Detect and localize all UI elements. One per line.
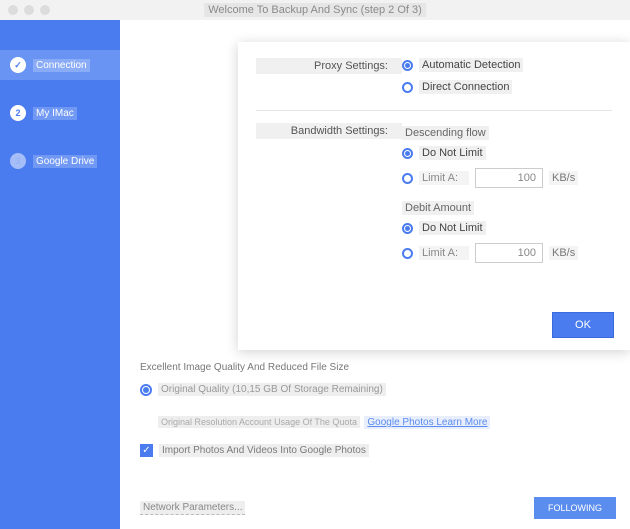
proxy-auto-option[interactable]: Automatic Detection	[402, 58, 612, 72]
download-limit-label: Limit A:	[419, 171, 469, 185]
download-limit-input[interactable]	[475, 168, 543, 188]
download-nolimit-label: Do Not Limit	[419, 146, 486, 160]
proxy-settings-label: Proxy Settings:	[256, 58, 402, 74]
original-quality-option[interactable]: Original Quality (10,15 GB Of Storage Re…	[140, 383, 610, 396]
upload-unit: KB/s	[549, 246, 578, 260]
radio-icon	[402, 82, 413, 93]
divider	[256, 110, 612, 111]
bandwidth-settings-label: Bandwidth Settings:	[256, 123, 402, 139]
content-area: in Google Photos Excellent Image Quality…	[120, 20, 630, 529]
sidebar: ✓ Connection 2 My IMac 3 Google Drive	[0, 20, 120, 529]
upload-nolimit-option[interactable]: Do Not Limit	[402, 221, 612, 235]
download-limit-option[interactable]: Limit A: KB/s	[402, 168, 612, 188]
step-label: Google Drive	[33, 155, 97, 168]
sidebar-step-connection[interactable]: ✓ Connection	[0, 50, 120, 80]
upload-header: Debit Amount	[402, 201, 474, 215]
minimize-icon[interactable]	[24, 5, 34, 15]
radio-selected-icon	[402, 223, 413, 234]
upload-limit-option[interactable]: Limit A: KB/s	[402, 243, 612, 263]
download-unit: KB/s	[549, 171, 578, 185]
upload-nolimit-label: Do Not Limit	[419, 221, 486, 235]
download-header: Descending flow	[402, 126, 489, 140]
proxy-direct-option[interactable]: Direct Connection	[402, 80, 612, 94]
sidebar-step-drive[interactable]: 3 Google Drive	[0, 146, 120, 176]
import-photos-checkbox[interactable]: ✓ Import Photos And Videos Into Google P…	[140, 444, 610, 457]
radio-icon	[402, 248, 413, 259]
close-icon[interactable]	[8, 5, 18, 15]
radio-selected-icon	[402, 60, 413, 71]
download-nolimit-option[interactable]: Do Not Limit	[402, 146, 612, 160]
step-number-icon: 3	[10, 153, 26, 169]
window-controls	[8, 5, 50, 15]
step-label: My IMac	[33, 107, 77, 120]
checkbox-checked-icon: ✓	[140, 444, 153, 457]
titlebar: Welcome To Backup And Sync (step 2 Of 3)	[0, 0, 630, 20]
zoom-icon[interactable]	[40, 5, 50, 15]
check-icon: ✓	[10, 57, 26, 73]
upload-limit-label: Limit A:	[419, 246, 469, 260]
upload-limit-input[interactable]	[475, 243, 543, 263]
proxy-direct-label: Direct Connection	[419, 80, 512, 94]
radio-selected-icon	[140, 384, 152, 396]
original-quality-sublabel: Original Resolution Account Usage Of The…	[158, 416, 360, 428]
import-photos-label: Import Photos And Videos Into Google Pho…	[159, 444, 369, 457]
ok-button[interactable]: OK	[552, 312, 614, 338]
sidebar-step-imac[interactable]: 2 My IMac	[0, 98, 120, 128]
network-parameters-link[interactable]: Network Parameters...	[140, 501, 245, 515]
radio-selected-icon	[402, 148, 413, 159]
proxy-auto-label: Automatic Detection	[419, 58, 523, 72]
quality-note: Excellent Image Quality And Reduced File…	[140, 362, 610, 373]
step-number-icon: 2	[10, 105, 26, 121]
network-settings-dialog: Proxy Settings: Automatic Detection Dire…	[238, 42, 630, 350]
following-button[interactable]: FOLLOWING	[534, 497, 616, 519]
window-title: Welcome To Backup And Sync (step 2 Of 3)	[204, 3, 426, 17]
learn-more-link[interactable]: Google Photos Learn More	[364, 416, 490, 429]
radio-icon	[402, 173, 413, 184]
original-quality-label: Original Quality (10,15 GB Of Storage Re…	[158, 383, 386, 396]
step-label: Connection	[33, 59, 90, 72]
